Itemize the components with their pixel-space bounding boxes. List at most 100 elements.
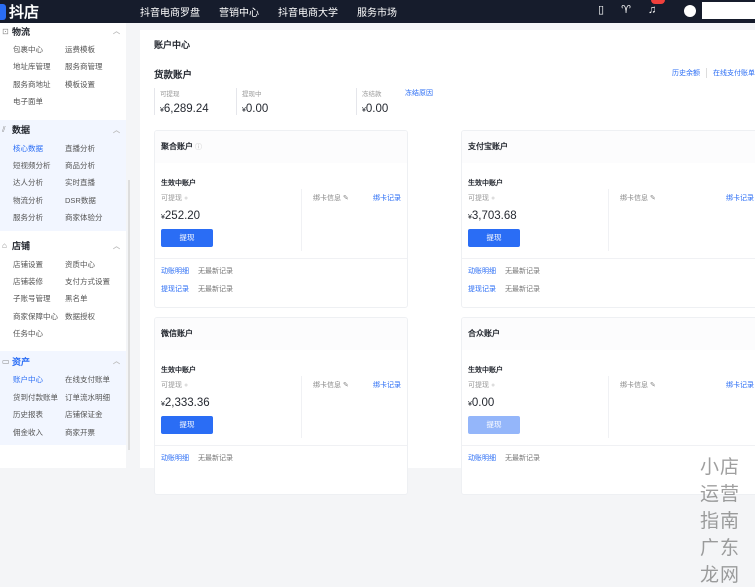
help-icon[interactable]: ● <box>182 382 188 389</box>
sidebar-item[interactable]: 在线支付账单 <box>65 371 125 388</box>
help-icon[interactable]: ● <box>489 195 495 202</box>
bind-record-link[interactable]: 绑卡记录 <box>726 193 754 203</box>
card-header: 聚合账户 ⓘ <box>155 131 407 163</box>
sidebar-item[interactable]: 商家体验分 <box>65 209 125 226</box>
sidebar-item[interactable]: 电子面单 <box>13 93 65 110</box>
edit-icon[interactable]: ✎ <box>648 382 656 389</box>
bell-icon[interactable]: ♫ <box>648 4 656 16</box>
card-body: 生效中账户 可提现 ● ¥252.20 提现 绑卡信息 ✎ 绑卡记录 <box>155 163 407 259</box>
sidebar-item[interactable]: 商家开票 <box>65 424 125 441</box>
edit-icon[interactable]: ✎ <box>648 195 656 202</box>
sidebar-item[interactable]: 服务商地址 <box>13 76 65 93</box>
account-card: 聚合账户 ⓘ 生效中账户 可提现 ● ¥252.20 提现 绑卡信息 ✎ 绑卡记录 动账明细无… <box>154 130 408 308</box>
sidebar-item[interactable]: 地址库管理 <box>13 58 65 75</box>
sidebar-item[interactable]: 历史报表 <box>13 406 65 423</box>
divider <box>301 376 302 438</box>
phone-icon[interactable]: ▯ <box>598 3 604 16</box>
stat-value: ¥0.00 <box>362 103 388 115</box>
sidebar-item[interactable]: 直播分析 <box>65 140 125 157</box>
sidebar-group-header[interactable]: ⌂ 店铺 ︿ <box>0 236 126 256</box>
withdraw-button: 提现 <box>468 416 520 434</box>
bind-record-link[interactable]: 绑卡记录 <box>726 380 754 390</box>
withdraw-button[interactable]: 提现 <box>468 229 520 247</box>
stat-value: ¥6,289.24 <box>160 103 209 115</box>
freeze-reason-link[interactable]: 冻结原因 <box>405 88 433 98</box>
bind-info-label: 绑卡信息 <box>620 382 648 389</box>
sidebar-item[interactable]: 短视频分析 <box>13 157 65 174</box>
sidebar-item[interactable]: 物流分析 <box>13 192 65 209</box>
record-link[interactable]: 动账明细 <box>161 268 189 275</box>
sidebar-item[interactable]: 货到付款账单 <box>13 389 65 406</box>
withdraw-button[interactable]: 提现 <box>161 229 213 247</box>
sidebar-item[interactable]: 子账号管理 <box>13 290 65 307</box>
edit-icon[interactable]: ✎ <box>341 382 349 389</box>
nav-compass[interactable]: 抖音电商罗盘 <box>140 4 200 19</box>
sidebar-items: 包裹中心 运费模板 地址库管理 服务商管理 服务商地址 模板设置 电子面单 <box>0 41 126 111</box>
bind-record-link[interactable]: 绑卡记录 <box>373 193 401 203</box>
available-text: 可提现 <box>468 195 489 202</box>
sidebar-item[interactable]: 达人分析 <box>13 174 65 191</box>
edit-icon[interactable]: ✎ <box>341 195 349 202</box>
bird-icon[interactable]: ♈ <box>621 3 631 16</box>
sidebar-item[interactable]: 佣金收入 <box>13 424 65 441</box>
available-text: 可提现 <box>161 382 182 389</box>
sidebar-item[interactable]: 店铺保证金 <box>65 406 125 423</box>
user-name-box[interactable] <box>702 2 755 19</box>
sidebar-item[interactable]: 店铺装修 <box>13 273 65 290</box>
sidebar-item[interactable]: 支付方式设置 <box>65 273 125 290</box>
sidebar-item[interactable]: 运费模板 <box>65 41 125 58</box>
sidebar-item[interactable]: 服务商管理 <box>65 58 125 75</box>
sidebar-group-header[interactable]: ⫽ 数据 ︿ <box>0 120 126 140</box>
nav-service-market[interactable]: 服务市场 <box>357 4 397 19</box>
sidebar-item[interactable]: 实时直播 <box>65 174 125 191</box>
sidebar-group-header[interactable]: ⊡ 物流 ︿ <box>0 21 126 41</box>
record-link[interactable]: 提现记录 <box>468 286 496 293</box>
record-link[interactable]: 动账明细 <box>468 268 496 275</box>
stat-label: 可提现 <box>160 91 180 98</box>
sidebar-item[interactable]: 核心数据 <box>13 140 65 157</box>
nav-marketing[interactable]: 营销中心 <box>219 4 259 19</box>
sidebar-item[interactable]: 模板设置 <box>65 76 125 93</box>
nav-university[interactable]: 抖音电商大学 <box>278 4 338 19</box>
sidebar-item[interactable]: 黑名单 <box>65 290 125 307</box>
sidebar-item[interactable]: 数据授权 <box>65 308 125 325</box>
available-label: 可提现 ● <box>468 380 495 390</box>
help-icon[interactable]: ● <box>182 195 188 202</box>
user-avatar-icon[interactable] <box>684 5 696 17</box>
sidebar-group-1: ⫽ 数据 ︿ 核心数据 直播分析 短视频分析 商品分析 达人分析 实时直播 物流分析 DSR数据 服务… <box>0 119 126 231</box>
help-icon[interactable]: ● <box>489 382 495 389</box>
amount: 0.00 <box>471 397 495 409</box>
withdraw-button[interactable]: 提现 <box>161 416 213 434</box>
chevron-up-icon[interactable]: ︿ <box>113 125 120 135</box>
sidebar-item[interactable]: 服务分析 <box>13 209 65 226</box>
sidebar-scrollbar[interactable] <box>128 180 130 450</box>
sidebar-group-title: 物流 <box>12 26 31 37</box>
sidebar-item[interactable]: 店铺设置 <box>13 256 65 273</box>
online-bill-link[interactable]: 在线支付账单 <box>713 68 755 78</box>
chevron-up-icon[interactable]: ︿ <box>113 241 120 251</box>
record-link[interactable]: 动账明细 <box>468 455 496 462</box>
sidebar-item[interactable]: 订单流水明细 <box>65 389 125 406</box>
sidebar-group-header[interactable]: ▭ 资产 ︿ <box>0 351 126 371</box>
chevron-up-icon[interactable]: ︿ <box>113 26 120 36</box>
box-icon: ⊡ <box>2 26 9 36</box>
record-link[interactable]: 动账明细 <box>161 455 189 462</box>
sidebar-item[interactable]: 商品分析 <box>65 157 125 174</box>
card-footer: 动账明细 无最新记录 提现记录 无最新记录 <box>462 259 755 307</box>
account-card: 支付宝账户 生效中账户 可提现 ● ¥3,703.68 提现 绑卡信息 ✎ 绑卡记录 动账明细… <box>461 130 755 308</box>
record-link[interactable]: 提现记录 <box>161 286 189 293</box>
sidebar-item[interactable]: 资质中心 <box>65 256 125 273</box>
sidebar-item[interactable]: 包裹中心 <box>13 41 65 58</box>
amount: 2,333.36 <box>164 397 210 409</box>
bind-info-label: 绑卡信息 <box>313 195 341 202</box>
history-balance-link[interactable]: 历史余额 <box>672 68 700 78</box>
sidebar-item[interactable]: 任务中心 <box>13 325 65 342</box>
logo[interactable]: 抖店 <box>0 1 39 22</box>
sidebar-item[interactable]: 商家保障中心 <box>13 308 65 325</box>
sidebar-items: 店铺设置 资质中心 店铺装修 支付方式设置 子账号管理 黑名单 商家保障中心 数据授权 任务中心 <box>0 256 126 343</box>
sidebar-item[interactable]: 账户中心 <box>13 371 65 388</box>
sidebar-item[interactable]: DSR数据 <box>65 192 125 209</box>
bind-record-link[interactable]: 绑卡记录 <box>373 380 401 390</box>
chevron-up-icon[interactable]: ︿ <box>113 356 120 366</box>
help-icon[interactable]: ⓘ <box>193 144 202 151</box>
